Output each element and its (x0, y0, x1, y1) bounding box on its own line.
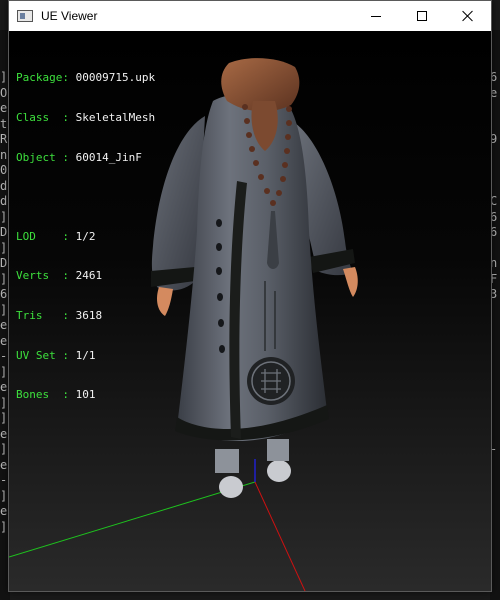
shoes (215, 439, 291, 498)
verts-value: 2461 (75, 269, 103, 283)
minimize-button[interactable] (353, 1, 399, 31)
left-hand (157, 287, 173, 316)
title-bar[interactable]: UE Viewer (9, 1, 491, 31)
minimize-icon (371, 15, 381, 17)
bones-label: Bones : (16, 388, 69, 402)
3d-viewport[interactable]: Package: 00009715.upk Class : SkeletalMe… (9, 31, 491, 591)
bones-value: 101 (75, 388, 96, 402)
object-label: Object : (16, 150, 69, 164)
lod-label: LOD : (16, 229, 69, 243)
close-button[interactable] (445, 1, 491, 31)
tris-label: Tris : (16, 308, 69, 322)
robe-emblem (247, 357, 295, 405)
maximize-icon (417, 11, 427, 21)
uvset-label: UV Set : (16, 348, 69, 362)
tris-value: 3618 (75, 308, 103, 322)
maximize-button[interactable] (399, 1, 445, 31)
window-controls (353, 1, 491, 31)
verts-label: Verts : (16, 269, 69, 283)
object-value: 60014_JinF (75, 150, 142, 164)
class-label: Class : (16, 111, 69, 124)
package-label: Package: (16, 71, 69, 85)
right-hand (343, 267, 358, 297)
class-value: SkeletalMesh (75, 111, 156, 124)
mesh-info-overlay: Package: 00009715.upk Class : SkeletalMe… (16, 45, 155, 428)
lod-value: 1/2 (75, 229, 96, 243)
window-title: UE Viewer (41, 9, 98, 23)
close-icon (462, 10, 474, 22)
axis-y-line (9, 481, 256, 558)
uvset-value: 1/1 (75, 348, 96, 362)
package-value: 00009715.upk (75, 71, 156, 85)
app-window-icon (17, 10, 33, 22)
axis-x-line (254, 481, 306, 591)
ue-viewer-window: UE Viewer Package: 00009715.upk Class: … (8, 0, 492, 592)
